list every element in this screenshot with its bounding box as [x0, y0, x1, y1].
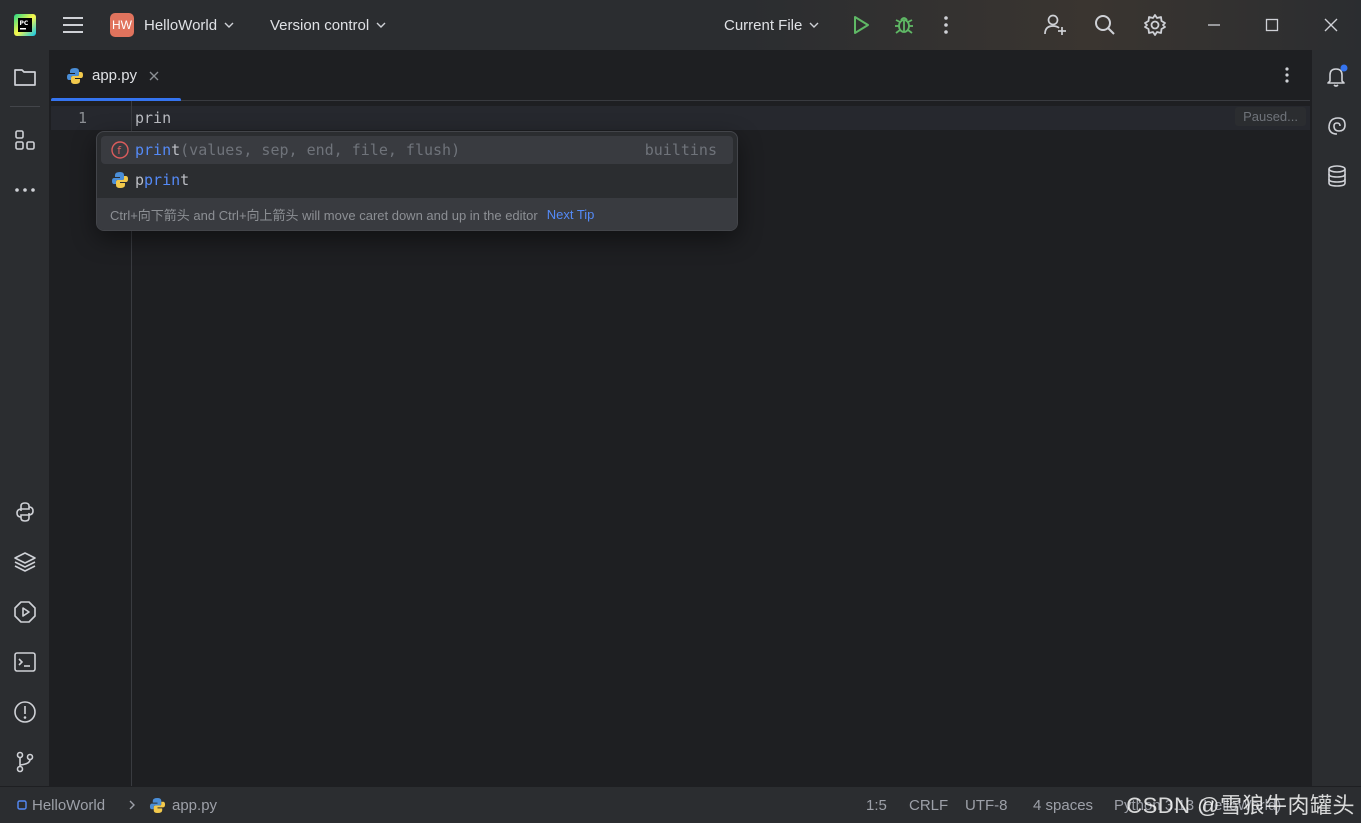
tab-label: app.py — [92, 67, 138, 84]
project-selector[interactable]: HW HelloWorld — [110, 0, 235, 50]
notifications-bell-icon[interactable] — [1325, 64, 1349, 88]
paused-indicator: Paused... — [1235, 107, 1306, 126]
run-config-label: Current File — [724, 16, 803, 34]
bug-icon — [895, 17, 913, 34]
svg-text:f: f — [117, 144, 122, 157]
chevron-down-icon — [376, 22, 386, 28]
left-toolbar — [0, 50, 50, 786]
completion-text: print(values, sep, end, file, flush) — [135, 141, 460, 159]
tip-text: Ctrl+向下箭头 and Ctrl+向上箭头 will move caret … — [110, 207, 538, 223]
more-tool-windows-icon[interactable] — [13, 178, 37, 202]
git-branch-icon[interactable] — [13, 750, 37, 774]
minimize-window-icon[interactable] — [1206, 0, 1222, 50]
completion-type: builtins — [644, 141, 717, 159]
completion-text: pprint — [135, 171, 189, 189]
project-name: HelloWorld — [144, 16, 218, 34]
code-line[interactable]: prin — [135, 106, 171, 130]
completion-item[interactable]: pprint — [101, 166, 733, 194]
completion-rest: t — [171, 141, 181, 159]
more-actions-icon[interactable] — [943, 0, 949, 50]
line-ending[interactable]: CRLF — [909, 787, 948, 823]
maximize-window-icon[interactable] — [1264, 0, 1280, 50]
caret-position[interactable]: 1:5 — [866, 787, 887, 823]
services-icon[interactable] — [13, 600, 37, 624]
project-badge: HW — [110, 13, 134, 37]
title-bar: PC HW HelloWorld Version control Current… — [0, 0, 1361, 50]
add-user-icon[interactable] — [1043, 0, 1067, 50]
vcs-selector[interactable]: Version control — [270, 0, 387, 50]
python-module-icon — [112, 172, 128, 188]
terminal-icon[interactable] — [13, 650, 37, 674]
indent-setting[interactable]: 4 spaces — [1033, 787, 1093, 823]
search-icon[interactable] — [1094, 0, 1116, 50]
database-icon[interactable] — [1325, 164, 1349, 188]
chevron-right-icon — [127, 787, 137, 823]
tab-app-py[interactable]: app.py — [51, 50, 181, 102]
structure-icon[interactable] — [13, 128, 37, 152]
completion-match: prin — [135, 141, 172, 159]
function-icon: f — [111, 141, 129, 159]
watermark: CSDN @雪狼牛肉罐头 — [1126, 793, 1355, 818]
module-icon — [17, 800, 27, 810]
play-icon — [854, 16, 869, 34]
completion-match: prin — [144, 171, 181, 189]
vcs-label: Version control — [270, 16, 370, 34]
file-encoding[interactable]: UTF-8 — [965, 787, 1008, 823]
next-tip-link[interactable]: Next Tip — [547, 207, 595, 222]
svg-text:PC: PC — [20, 20, 29, 27]
divider — [10, 106, 40, 107]
editor-tab-bar: app.py — [51, 50, 1310, 102]
chevron-down-icon — [224, 22, 234, 28]
breadcrumb-file[interactable]: app.py — [149, 787, 217, 823]
python-console-icon[interactable] — [13, 500, 37, 524]
completion-prefix: p — [135, 171, 145, 189]
python-file-icon — [67, 67, 83, 84]
run-config-selector[interactable]: Current File — [724, 0, 820, 50]
close-window-icon[interactable] — [1323, 0, 1339, 50]
debug-button[interactable] — [893, 0, 915, 50]
close-tab-icon[interactable] — [149, 71, 159, 81]
completion-tip-footer: Ctrl+向下箭头 and Ctrl+向上箭头 will move caret … — [97, 198, 737, 230]
completion-signature: (values, sep, end, file, flush) — [180, 141, 461, 159]
project-folder-icon[interactable] — [13, 65, 37, 89]
breadcrumb-project[interactable]: HelloWorld — [17, 787, 105, 823]
line-number: 1 — [77, 109, 87, 127]
right-toolbar — [1311, 50, 1361, 786]
completion-item[interactable]: f print(values, sep, end, file, flush) b… — [101, 136, 733, 164]
code-completion-popup: f print(values, sep, end, file, flush) b… — [96, 131, 738, 231]
chevron-down-icon — [809, 22, 819, 28]
pycharm-logo-icon[interactable]: PC — [14, 0, 36, 50]
settings-gear-icon[interactable] — [1143, 0, 1167, 50]
ai-assistant-icon[interactable] — [1325, 114, 1349, 138]
python-file-icon — [149, 797, 166, 813]
python-packages-icon[interactable] — [13, 550, 37, 574]
problems-icon[interactable] — [13, 700, 37, 724]
completion-rest: t — [180, 171, 190, 189]
breadcrumb-file-label: app.py — [172, 796, 218, 814]
current-line-highlight — [51, 106, 1310, 130]
run-button[interactable] — [851, 0, 871, 50]
breadcrumb-project-label: HelloWorld — [32, 796, 106, 814]
tab-options-icon[interactable] — [1284, 66, 1290, 84]
main-menu-icon[interactable] — [62, 0, 84, 50]
